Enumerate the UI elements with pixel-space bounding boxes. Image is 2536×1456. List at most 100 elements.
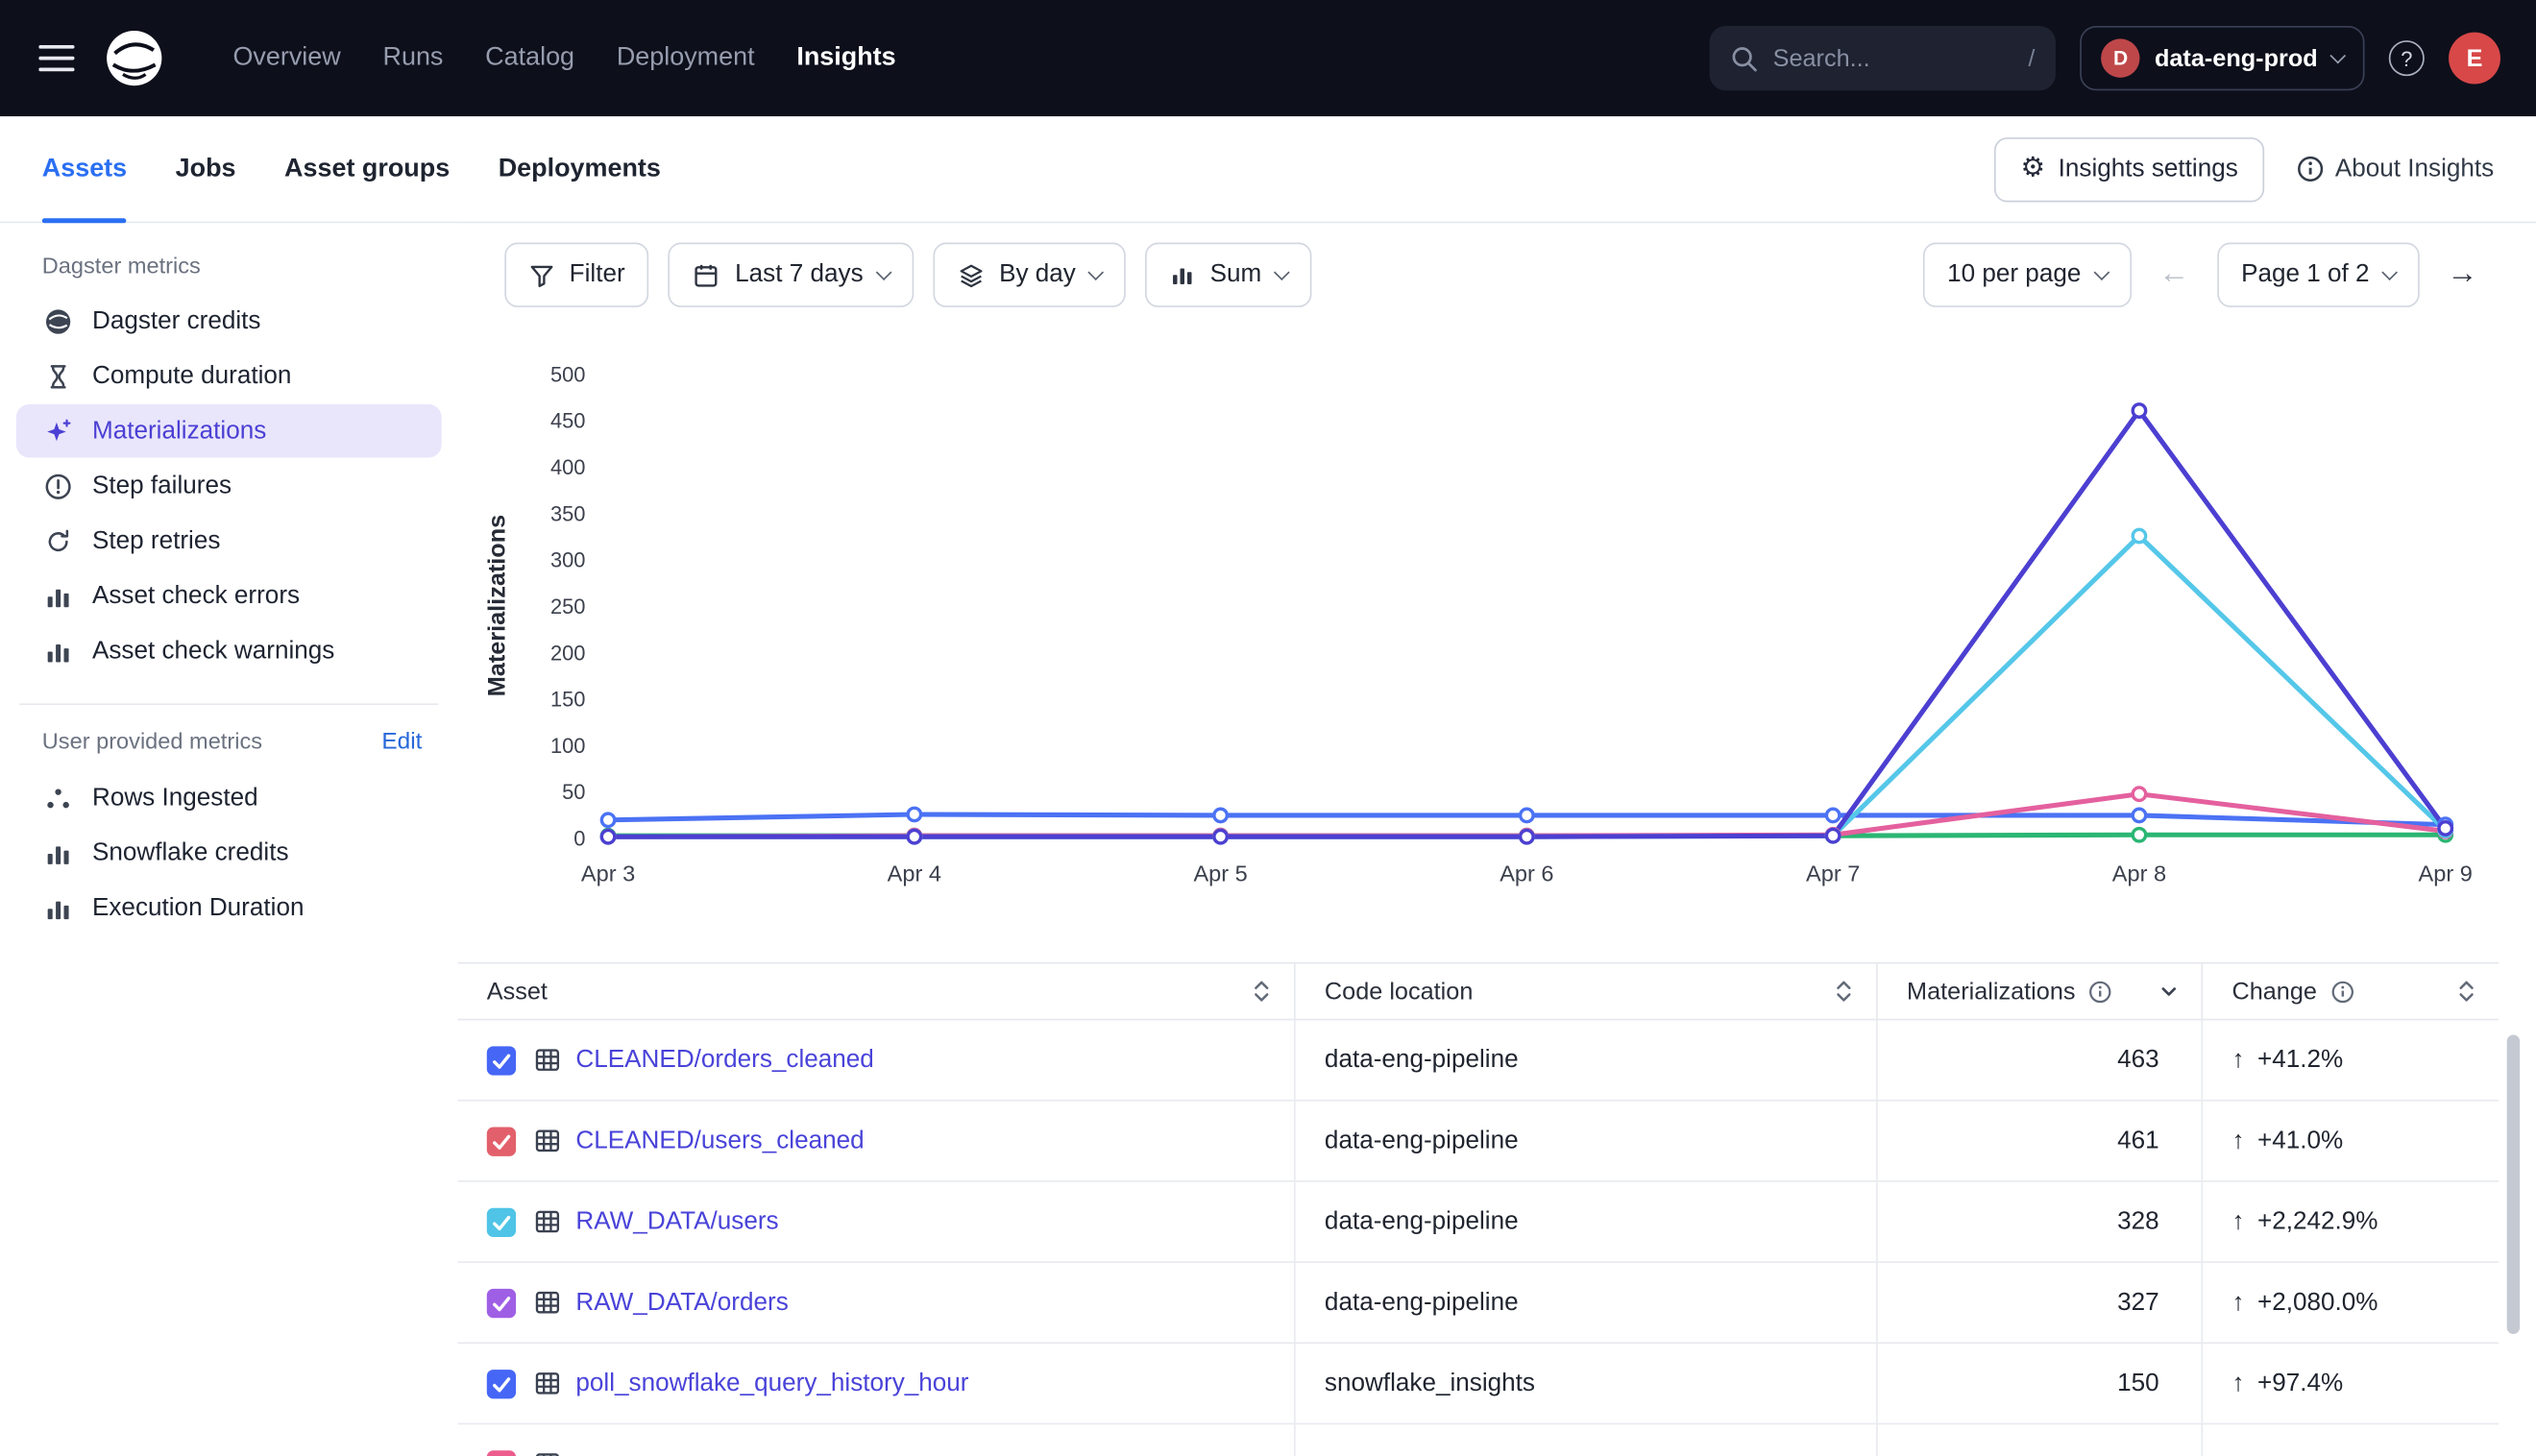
- dagster-logo[interactable]: [104, 28, 165, 89]
- column-header-change[interactable]: Change: [2201, 963, 2499, 1018]
- sidebar-item-compute-duration[interactable]: Compute duration: [16, 350, 442, 403]
- tab-assets[interactable]: Assets: [42, 116, 127, 221]
- filter-button[interactable]: Filter: [504, 243, 649, 307]
- table-row: CLEANED/users_cleaned data-eng-pipeline …: [457, 1102, 2499, 1182]
- column-header-asset[interactable]: Asset: [457, 963, 1293, 1018]
- row-checkbox[interactable]: [487, 1369, 516, 1397]
- asset-link[interactable]: CLEANED/users_cleaned: [575, 1127, 864, 1155]
- row-checkbox[interactable]: [487, 1045, 516, 1074]
- refresh-icon: [42, 526, 75, 555]
- next-page-button[interactable]: [2432, 257, 2492, 293]
- materializations-cell: [1876, 1424, 2201, 1456]
- sidebar-item-rows-ingested[interactable]: Rows Ingested: [16, 771, 442, 825]
- sort-icon[interactable]: [2456, 979, 2475, 1005]
- asset-cell: poll_snowflake_query_history_hour: [457, 1344, 1293, 1422]
- sidebar-item-label: Asset check warnings: [92, 637, 334, 666]
- gear-icon: [2021, 154, 2046, 184]
- nav-deployment[interactable]: Deployment: [617, 43, 755, 72]
- menu-icon[interactable]: [38, 43, 74, 72]
- sidebar-item-snowflake-credits[interactable]: Snowflake credits: [16, 826, 442, 880]
- sparkle-icon: [42, 417, 75, 446]
- svg-text:Apr 7: Apr 7: [1806, 861, 1860, 886]
- trend-up-icon: [2231, 1207, 2244, 1236]
- asset-link[interactable]: RAW_DATA/users: [575, 1207, 778, 1236]
- search-input[interactable]: [1773, 44, 1967, 72]
- change-cell: +2,242.9%: [2201, 1182, 2499, 1262]
- chevron-down-icon: [875, 264, 891, 280]
- table-row: poll_snowflake_query_history_hour snowfl…: [457, 1344, 2499, 1424]
- nav-runs[interactable]: Runs: [383, 43, 444, 72]
- search-box[interactable]: /: [1710, 26, 2056, 90]
- sidebar-item-dagster-credits[interactable]: Dagster credits: [16, 294, 442, 348]
- row-checkbox[interactable]: [487, 1288, 516, 1317]
- trend-up-icon: [2231, 1045, 2244, 1074]
- chevron-down-icon: [1088, 264, 1105, 280]
- asset-link[interactable]: poll_snowflake_query_history_hour: [575, 1369, 968, 1397]
- sort-icon[interactable]: [1252, 979, 1271, 1005]
- edit-metrics-link[interactable]: Edit: [381, 729, 422, 755]
- pagination-group: 10 per page Page 1 of 2: [1923, 243, 2493, 307]
- change-cell: +41.2%: [2201, 1020, 2499, 1100]
- nav-overview[interactable]: Overview: [232, 43, 340, 72]
- page-selector-dropdown[interactable]: Page 1 of 2: [2217, 243, 2420, 307]
- per-page-dropdown[interactable]: 10 per page: [1923, 243, 2132, 307]
- sort-icon[interactable]: [1834, 979, 1853, 1005]
- trend-up-icon: [2231, 1127, 2244, 1155]
- funnel-icon: [529, 263, 555, 287]
- insights-settings-button[interactable]: Insights settings: [1995, 136, 2264, 201]
- bar-chart-icon: [42, 637, 75, 666]
- column-header-materializations[interactable]: Materializations: [1876, 963, 2201, 1018]
- user-avatar[interactable]: E: [2449, 33, 2500, 85]
- svg-text:200: 200: [550, 641, 586, 665]
- question-mark-icon: [2389, 40, 2425, 76]
- about-insights-link[interactable]: About Insights: [2296, 155, 2494, 183]
- info-icon[interactable]: [2088, 979, 2112, 1003]
- tab-jobs[interactable]: Jobs: [176, 116, 236, 221]
- group-by-dropdown[interactable]: By day: [933, 243, 1126, 307]
- deployment-name: data-eng-prod: [2155, 44, 2318, 72]
- page-label: Page 1 of 2: [2241, 260, 2370, 289]
- table-asset-icon: [534, 1289, 562, 1317]
- row-checkbox[interactable]: [487, 1127, 516, 1155]
- deployment-switcher[interactable]: D data-eng-prod: [2080, 26, 2364, 90]
- chevron-down-icon[interactable]: [2159, 984, 2179, 999]
- sidebar-item-asset-check-errors[interactable]: Asset check errors: [16, 570, 442, 623]
- change-value: +41.0%: [2257, 1127, 2343, 1155]
- table-asset-icon: [534, 1450, 562, 1456]
- nav-catalog[interactable]: Catalog: [485, 43, 574, 72]
- svg-text:100: 100: [550, 734, 586, 758]
- asset-link[interactable]: RAW_DATA/orders: [575, 1288, 788, 1317]
- layers-icon: [957, 261, 985, 289]
- asset-link[interactable]: CLEANED/orders_cleaned: [575, 1045, 873, 1074]
- help-button[interactable]: [2389, 40, 2425, 76]
- asset-cell: CLEANED/orders_cleaned: [457, 1020, 1293, 1100]
- column-header-code-location[interactable]: Code location: [1294, 963, 1876, 1018]
- svg-text:0: 0: [573, 827, 585, 851]
- metrics-sidebar: Dagster metrics Dagster credits Compute …: [0, 223, 457, 1456]
- aggregation-dropdown[interactable]: Sum: [1145, 243, 1311, 307]
- info-icon[interactable]: [2329, 979, 2353, 1003]
- timer-icon: [42, 361, 75, 390]
- sidebar-item-step-retries[interactable]: Step retries: [16, 514, 442, 568]
- sidebar-item-step-failures[interactable]: Step failures: [16, 459, 442, 513]
- table-asset-icon: [534, 1128, 562, 1155]
- sidebar-item-execution-duration[interactable]: Execution Duration: [16, 882, 442, 935]
- vertical-scrollbar[interactable]: [2507, 1035, 2520, 1334]
- row-checkbox[interactable]: [487, 1449, 516, 1456]
- svg-text:150: 150: [550, 688, 586, 712]
- nav-insights[interactable]: Insights: [796, 43, 895, 72]
- previous-page-button[interactable]: [2144, 257, 2204, 293]
- svg-text:Apr 8: Apr 8: [2112, 861, 2166, 886]
- code-location-cell: snowflake_insights: [1294, 1344, 1876, 1422]
- date-range-dropdown[interactable]: Last 7 days: [669, 243, 914, 307]
- change-cell: [2201, 1424, 2499, 1456]
- tab-deployments[interactable]: Deployments: [499, 116, 661, 221]
- sidebar-item-asset-check-warnings[interactable]: Asset check warnings: [16, 624, 442, 678]
- column-label: Materializations: [1907, 978, 2075, 1006]
- column-label: Asset: [487, 978, 548, 1006]
- sidebar-item-materializations[interactable]: Materializations: [16, 404, 442, 458]
- svg-text:Materializations: Materializations: [483, 515, 510, 696]
- row-checkbox[interactable]: [487, 1207, 516, 1236]
- tab-asset-groups[interactable]: Asset groups: [284, 116, 450, 221]
- assets-table: Asset Code location Materializations: [457, 962, 2499, 1456]
